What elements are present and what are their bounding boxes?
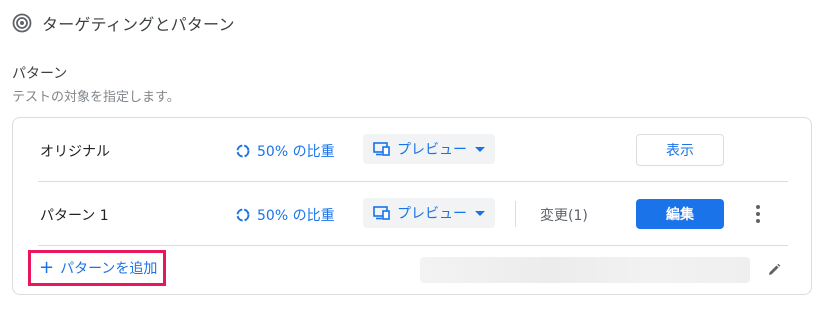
preview-dropdown-original[interactable]: プレビュー [363, 134, 495, 164]
devices-icon [373, 142, 390, 156]
weight-icon [236, 208, 250, 222]
add-variant-label: パターンを追加 [60, 261, 158, 277]
section-subtitle: テストの対象を指定します。 [12, 90, 180, 105]
weight-icon [236, 144, 250, 158]
more-vert-icon[interactable] [748, 202, 768, 226]
edit-button[interactable]: 編集 [636, 199, 724, 229]
chevron-down-icon [475, 210, 485, 216]
add-variant-button[interactable]: + パターンを追加 [28, 250, 166, 286]
devices-icon [373, 206, 390, 220]
redacted-text [420, 257, 750, 283]
divider [38, 245, 788, 246]
weight-label: 50% の比重 [257, 208, 335, 224]
changes-count: 変更(1) [540, 208, 588, 224]
target-icon [12, 13, 32, 33]
section-title: パターン [12, 66, 68, 82]
chevron-down-icon [475, 146, 485, 152]
view-button[interactable]: 表示 [636, 134, 724, 166]
page-title: ターゲティングとパターン [42, 15, 235, 34]
plus-icon: + [39, 257, 55, 278]
preview-label: プレビュー [397, 142, 467, 158]
weight-link-original[interactable]: 50% の比重 [236, 141, 335, 161]
vertical-divider [515, 201, 516, 227]
preview-dropdown-variant-1[interactable]: プレビュー [363, 198, 495, 228]
weight-link-variant-1[interactable]: 50% の比重 [236, 205, 335, 225]
divider [38, 181, 788, 182]
pencil-icon[interactable] [766, 262, 782, 278]
preview-label: プレビュー [397, 206, 467, 222]
variant-name-1: パターン 1 [40, 208, 109, 224]
variant-name-original: オリジナル [40, 144, 110, 160]
section-header: ターゲティングとパターン [12, 10, 235, 36]
weight-label: 50% の比重 [257, 144, 335, 160]
